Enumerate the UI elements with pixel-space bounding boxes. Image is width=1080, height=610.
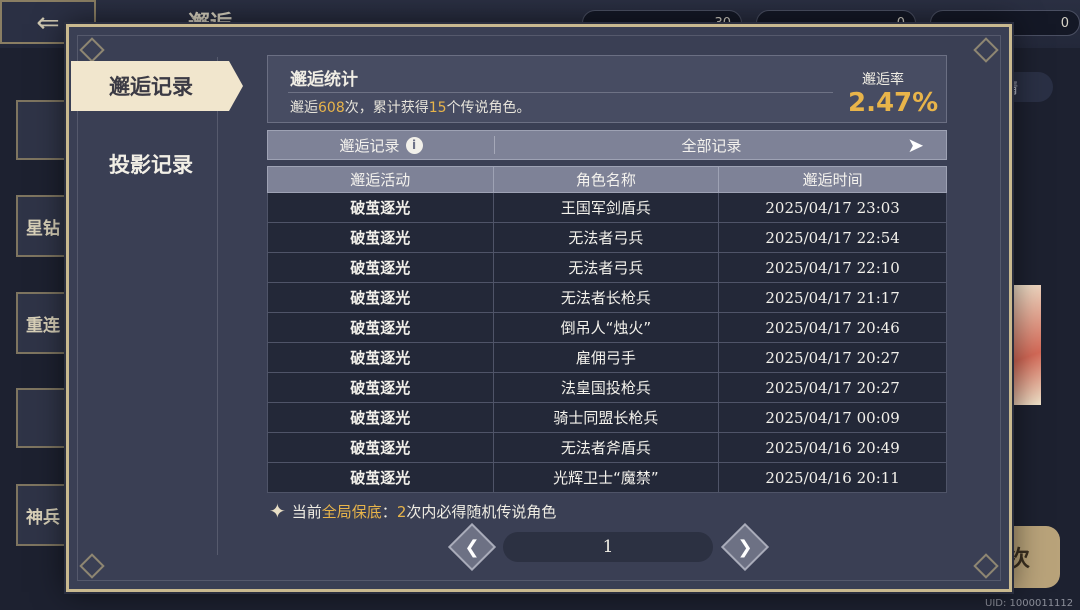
- cell-character: 无法者长枪兵: [492, 282, 720, 313]
- cell-activity: 破茧逐光: [267, 432, 494, 463]
- cell-time: 2025/04/17 20:27: [718, 372, 947, 403]
- filter-selected-value[interactable]: 全部记录: [495, 135, 946, 156]
- cell-time: 2025/04/17 21:17: [718, 282, 947, 313]
- table-row: 破茧逐光 无法者弓兵 2025/04/17 22:54: [267, 222, 947, 253]
- cell-time: 2025/04/17 20:27: [718, 342, 947, 373]
- cell-time: 2025/04/16 20:49: [718, 432, 947, 463]
- table-row: 破茧逐光 光辉卫士“魔禁” 2025/04/16 20:11: [267, 462, 947, 493]
- cell-activity: 破茧逐光: [267, 282, 494, 313]
- cell-time: 2025/04/17 22:10: [718, 252, 947, 283]
- cell-character: 雇佣弓手: [492, 342, 720, 373]
- sidebar-divider: [217, 57, 218, 555]
- info-icon[interactable]: i: [405, 136, 423, 154]
- encounter-table: 邂逅活动 角色名称 邂逅时间 破茧逐光 王国军剑盾兵 2025/04/17 23:0…: [267, 166, 947, 493]
- encounter-stats-panel: 邂逅统计 邂逅608次，累计获得15个传说角色。 邂逅率 2.47%: [267, 55, 947, 123]
- stats-description: 邂逅608次，累计获得15个传说角色。: [290, 100, 531, 116]
- legendary-count: 15: [428, 100, 447, 116]
- record-filter-bar[interactable]: 邂逅记录 i 全部记录 ➤: [267, 130, 947, 160]
- cell-character: 王国军剑盾兵: [492, 192, 720, 223]
- table-row: 破茧逐光 雇佣弓手 2025/04/17 20:27: [267, 342, 947, 373]
- table-header-row: 邂逅活动 角色名称 邂逅时间: [267, 166, 947, 193]
- chevron-left-icon: ❮: [464, 536, 480, 558]
- back-arrow-icon: ⇐: [36, 5, 60, 39]
- sparkle-icon: ✦: [269, 499, 286, 523]
- left-avatar-card[interactable]: [16, 100, 66, 160]
- cell-time: 2025/04/16 20:11: [718, 462, 947, 493]
- filter-label: 邂逅记录 i: [268, 135, 494, 156]
- cell-time: 2025/04/17 22:54: [718, 222, 947, 253]
- guarantee-note: ✦ 当前全局保底：2次内必得随机传说角色: [269, 499, 557, 523]
- table-row: 破茧逐光 无法者斧盾兵 2025/04/16 20:49: [267, 432, 947, 463]
- cell-activity: 破茧逐光: [267, 402, 494, 433]
- cell-time: 2025/04/17 23:03: [718, 192, 947, 223]
- encounter-record-modal: 邂逅记录 投影记录 邂逅统计 邂逅608次，累计获得15个传说角色。 邂逅率 2…: [66, 24, 1012, 592]
- uid-label: UID: 1000011112: [985, 598, 1074, 609]
- tab-projection-records[interactable]: 投影记录: [71, 139, 243, 189]
- left-card-3[interactable]: 神兵: [16, 484, 66, 546]
- cell-character: 无法者弓兵: [492, 222, 720, 253]
- column-header-activity: 邂逅活动: [267, 166, 494, 193]
- stats-divider: [288, 92, 833, 93]
- cell-activity: 破茧逐光: [267, 252, 494, 283]
- chevron-right-icon: ❯: [737, 536, 753, 558]
- cell-time: 2025/04/17 00:09: [718, 402, 947, 433]
- rate-label: 邂逅率: [862, 72, 904, 88]
- cell-character: 无法者弓兵: [492, 252, 720, 283]
- cell-activity: 破茧逐光: [267, 462, 494, 493]
- chevron-right-icon[interactable]: ➤: [907, 133, 924, 157]
- cell-activity: 破茧逐光: [267, 192, 494, 223]
- cell-activity: 破茧逐光: [267, 372, 494, 403]
- table-row: 破茧逐光 无法者弓兵 2025/04/17 22:10: [267, 252, 947, 283]
- cell-character: 无法者斧盾兵: [492, 432, 720, 463]
- cell-activity: 破茧逐光: [267, 342, 494, 373]
- table-row: 破茧逐光 无法者长枪兵 2025/04/17 21:17: [267, 282, 947, 313]
- table-row: 破茧逐光 法皇国投枪兵 2025/04/17 20:27: [267, 372, 947, 403]
- total-count: 608: [318, 100, 345, 116]
- left-card-1[interactable]: 星钻: [16, 195, 66, 257]
- table-row: 破茧逐光 倒吊人“烛火” 2025/04/17 20:46: [267, 312, 947, 343]
- tab-encounter-records[interactable]: 邂逅记录: [71, 61, 243, 111]
- page-indicator: 1: [503, 532, 713, 562]
- left-avatar-card-2[interactable]: [16, 388, 66, 448]
- stats-title: 邂逅统计: [290, 70, 358, 90]
- table-row: 破茧逐光 骑士同盟长枪兵 2025/04/17 00:09: [267, 402, 947, 433]
- column-header-character: 角色名称: [492, 166, 720, 193]
- cell-activity: 破茧逐光: [267, 222, 494, 253]
- cell-time: 2025/04/17 20:46: [718, 312, 947, 343]
- cell-character: 骑士同盟长枪兵: [492, 402, 720, 433]
- column-header-time: 邂逅时间: [718, 166, 947, 193]
- cell-character: 法皇国投枪兵: [492, 372, 720, 403]
- cell-activity: 破茧逐光: [267, 312, 494, 343]
- cell-character: 光辉卫士“魔禁”: [492, 462, 720, 493]
- table-row: 破茧逐光 王国军剑盾兵 2025/04/17 23:03: [267, 192, 947, 223]
- rate-value: 2.47%: [848, 88, 939, 118]
- cell-character: 倒吊人“烛火”: [492, 312, 720, 343]
- left-card-2[interactable]: 重连: [16, 292, 66, 354]
